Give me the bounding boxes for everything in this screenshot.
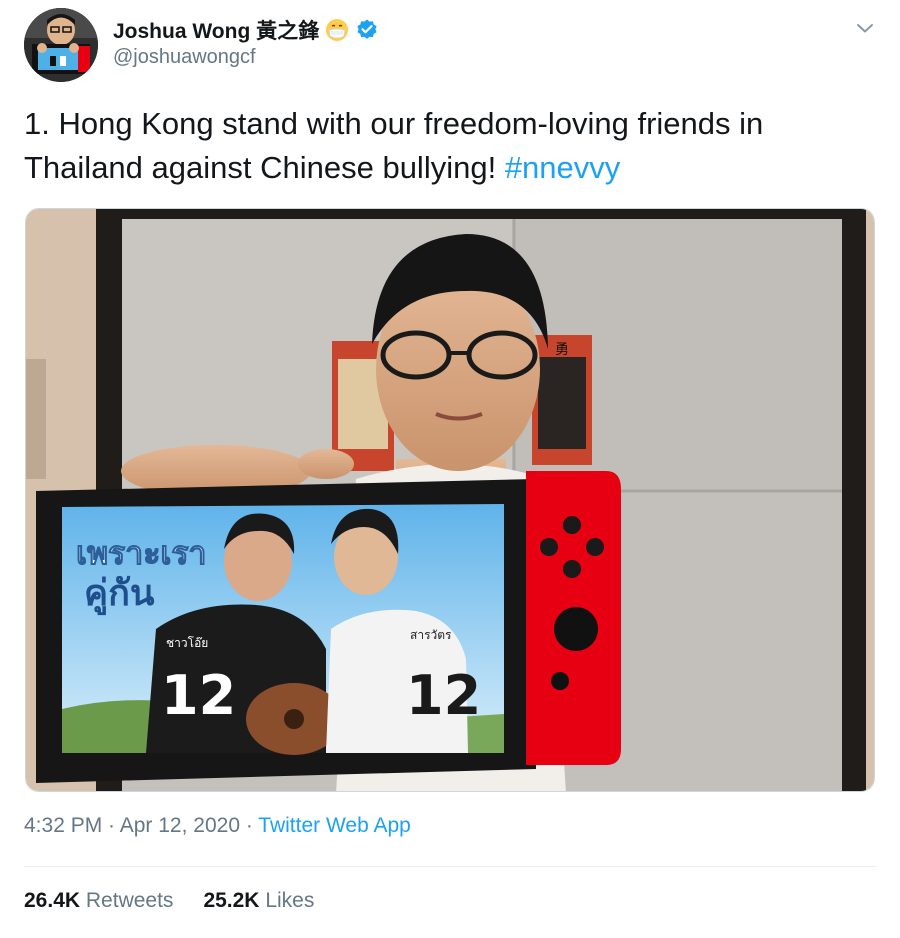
tweet-time[interactable]: 4:32 PM bbox=[24, 814, 102, 837]
jersey-number-right: 12 bbox=[406, 664, 481, 727]
chevron-down-icon bbox=[857, 24, 873, 33]
tweet-date[interactable]: Apr 12, 2020 bbox=[120, 814, 240, 837]
likes-label: Likes bbox=[265, 889, 315, 912]
author-name-row: Joshua Wong 黃之鋒 bbox=[113, 14, 379, 46]
tweet-text-body: 1. Hong Kong stand with our freedom-lovi… bbox=[24, 106, 764, 185]
meta-separator: · bbox=[102, 814, 120, 837]
meta-separator: · bbox=[240, 814, 259, 837]
screen-title-line1: เพราะเรา bbox=[76, 534, 206, 572]
author-avatar[interactable] bbox=[24, 8, 98, 82]
retweets-count: 26.4K bbox=[24, 889, 81, 912]
likes-count: 25.2K bbox=[203, 889, 260, 912]
face-with-medical-mask-icon bbox=[325, 18, 349, 42]
tweet-source-link[interactable]: Twitter Web App bbox=[258, 814, 411, 837]
jersey-name-left: ชาวโอ๊ย bbox=[166, 636, 208, 650]
jersey-number-left: 12 bbox=[161, 664, 236, 727]
jersey-name-right: สารวัตร bbox=[410, 628, 452, 642]
screen-title-line2: คู่กัน bbox=[84, 573, 155, 616]
tweet-options-button[interactable] bbox=[851, 14, 879, 42]
tweet-card: Joshua Wong 黃之鋒 @joshuawongcf 1. Hong Ko… bbox=[0, 0, 900, 938]
tweet-text: 1. Hong Kong stand with our freedom-lovi… bbox=[24, 102, 876, 190]
author-handle[interactable]: @joshuawongcf bbox=[113, 46, 256, 69]
avatar-image bbox=[24, 8, 98, 82]
tweet-stats: 26.4K Retweets 25.2K Likes bbox=[24, 889, 314, 913]
tweet-meta: 4:32 PM · Apr 12, 2020 · Twitter Web App bbox=[24, 814, 411, 838]
likes-stat[interactable]: 25.2K Likes bbox=[203, 889, 314, 913]
hashtag-link[interactable]: #nnevvy bbox=[505, 150, 620, 185]
retweets-label: Retweets bbox=[85, 889, 174, 912]
poster-glyph: 勇 bbox=[555, 342, 569, 358]
divider bbox=[24, 866, 876, 867]
author-name[interactable]: Joshua Wong 黃之鋒 bbox=[113, 15, 319, 45]
retweets-stat[interactable]: 26.4K Retweets bbox=[24, 889, 173, 913]
tweet-media-photo[interactable]: 勇 เพราะเรา คู่กัน ชาวโอ๊ย 12 สารวัตร 12 bbox=[25, 208, 875, 792]
verified-badge-icon bbox=[355, 18, 379, 42]
photo-illustration: 勇 เพราะเรา คู่กัน ชาวโอ๊ย 12 สารวัตร 12 bbox=[26, 209, 874, 791]
